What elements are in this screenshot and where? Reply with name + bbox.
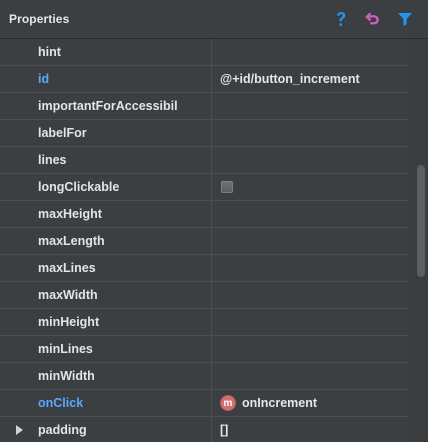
property-row-maxLength[interactable]: maxLength [0,228,408,255]
property-name: onClick [0,390,212,416]
help-icon[interactable] [331,9,351,29]
property-name: minWidth [0,363,212,389]
property-value[interactable] [212,309,408,335]
property-row-minLines[interactable]: minLines [0,336,408,363]
property-value[interactable] [212,93,408,119]
property-name: lines [0,147,212,173]
property-row-minWidth[interactable]: minWidth [0,363,408,390]
property-row-onClick[interactable]: onClick m onIncrement [0,390,408,417]
property-name: minHeight [0,309,212,335]
property-value[interactable] [212,39,408,65]
property-value[interactable] [212,174,408,200]
property-value[interactable] [212,282,408,308]
property-row-id[interactable]: id @+id/button_increment [0,66,408,93]
method-icon: m [220,395,236,411]
property-row-importantForAccessibility[interactable]: importantForAccessibil [0,93,408,120]
property-name: maxHeight [0,201,212,227]
property-value[interactable] [212,336,408,362]
property-row-longClickable[interactable]: longClickable [0,174,408,201]
property-name: padding [0,417,212,442]
property-value-text: onIncrement [242,396,318,410]
scrollbar-thumb[interactable] [417,165,425,277]
property-value[interactable]: [] [212,417,408,442]
property-name: maxWidth [0,282,212,308]
property-value[interactable] [212,363,408,389]
property-row-maxLines[interactable]: maxLines [0,255,408,282]
property-row-maxHeight[interactable]: maxHeight [0,201,408,228]
property-value[interactable] [212,201,408,227]
property-value[interactable]: @+id/button_increment [212,66,408,92]
properties-header: Properties [0,0,428,39]
property-name: maxLines [0,255,212,281]
property-name: labelFor [0,120,212,146]
undo-icon[interactable] [363,9,383,29]
property-row-lines[interactable]: lines [0,147,408,174]
property-name: maxLength [0,228,212,254]
property-name: longClickable [0,174,212,200]
filter-icon[interactable] [395,9,415,29]
header-toolbar [331,9,415,29]
property-name: importantForAccessibil [0,93,212,119]
property-row-hint[interactable]: hint [0,39,408,66]
properties-panel: Properties hint id @+id/button_increment… [0,0,428,442]
property-row-padding[interactable]: padding [] [0,417,408,442]
property-value[interactable]: m onIncrement [212,390,408,416]
property-row-minHeight[interactable]: minHeight [0,309,408,336]
property-value[interactable] [212,255,408,281]
expand-arrow-icon[interactable] [16,425,23,435]
property-value[interactable] [212,120,408,146]
property-name: hint [0,39,212,65]
property-value[interactable] [212,228,408,254]
longclickable-checkbox[interactable] [221,181,233,193]
property-row-labelFor[interactable]: labelFor [0,120,408,147]
property-row-maxWidth[interactable]: maxWidth [0,282,408,309]
properties-title: Properties [9,12,70,26]
property-value[interactable] [212,147,408,173]
properties-table: hint id @+id/button_increment importantF… [0,39,408,442]
property-name: id [0,66,212,92]
property-name: minLines [0,336,212,362]
